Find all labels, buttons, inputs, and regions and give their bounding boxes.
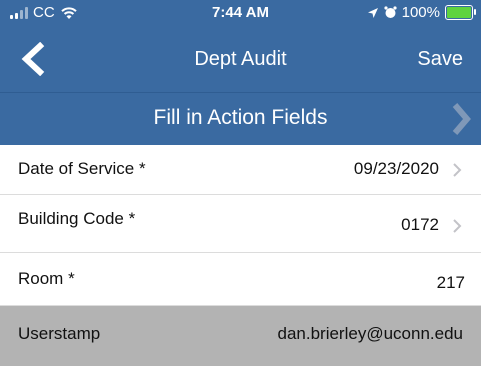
date-of-service-field[interactable]: Date of Service * 09/23/2020: [0, 145, 481, 195]
field-value: dan.brierley@uconn.edu: [277, 324, 464, 343]
navigation-bar: Dept Audit Save: [0, 26, 481, 92]
location-arrow-icon: [367, 7, 378, 18]
chevron-right-icon: [453, 219, 462, 233]
room-field[interactable]: Room * 217: [0, 253, 481, 306]
app-header: CC 7:44 AM 100% Dept Audit Save Fill in …: [0, 0, 481, 145]
status-bar: CC 7:44 AM 100%: [0, 0, 481, 26]
field-value: 217: [436, 273, 465, 292]
chevron-right-icon: [453, 163, 462, 177]
status-right: 100%: [367, 4, 476, 21]
field-label: Room *: [18, 269, 75, 288]
field-value: 09/23/2020: [353, 159, 439, 178]
battery-percent: 100%: [401, 4, 440, 21]
action-fields-label: Fill in Action Fields: [153, 106, 328, 129]
field-label: Date of Service *: [18, 159, 146, 178]
userstamp-field: Userstamp dan.brierley@uconn.edu: [0, 306, 481, 366]
field-label: Building Code *: [18, 209, 136, 228]
page-title: Dept Audit: [194, 48, 287, 70]
save-button[interactable]: Save: [417, 48, 463, 71]
form-fields: Date of Service * 09/23/2020 Building Co…: [0, 145, 481, 366]
alarm-clock-icon: [384, 6, 397, 18]
field-value: 0172: [401, 215, 439, 234]
chevron-right-icon[interactable]: [449, 99, 473, 139]
battery-icon: [445, 5, 476, 20]
field-label: Userstamp: [18, 324, 101, 343]
action-fields-bar[interactable]: Fill in Action Fields: [0, 92, 481, 145]
building-code-field[interactable]: Building Code * 0172: [0, 195, 481, 253]
